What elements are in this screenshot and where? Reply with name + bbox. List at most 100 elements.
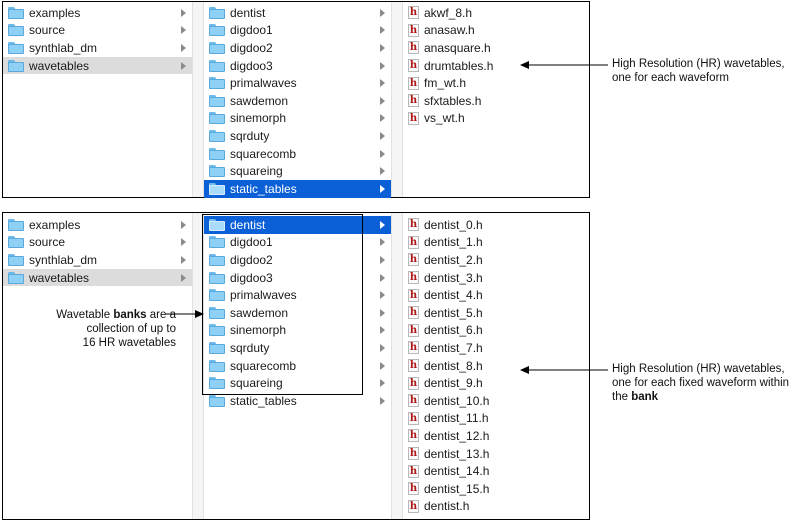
- folder-item-static-tables[interactable]: static_tables: [204, 392, 391, 410]
- column-static-table-files: h akwf_8.h h anasaw.h h anasquare.h h drumta…: [403, 2, 589, 197]
- file-item[interactable]: h dentist_1.h: [403, 234, 589, 252]
- folder-item-digdoo3[interactable]: digdoo3: [204, 269, 391, 287]
- chevron-right-icon[interactable]: [181, 255, 186, 264]
- folder-item-sqrduty[interactable]: sqrduty: [204, 339, 391, 357]
- file-item[interactable]: h dentist_15.h: [403, 480, 589, 498]
- column-wavetable-folders: dentist digdoo1 digdoo2 digdoo3 primalwa…: [204, 2, 391, 198]
- folder-item-digdoo1[interactable]: digdoo1: [204, 234, 391, 252]
- chevron-right-icon[interactable]: [181, 43, 186, 52]
- folder-item-squarecomb[interactable]: squarecomb: [204, 357, 391, 375]
- file-item[interactable]: h anasquare.h: [403, 39, 589, 57]
- folder-icon: [209, 289, 225, 302]
- h-file-icon: h: [408, 288, 419, 302]
- folder-item-source[interactable]: source: [3, 234, 192, 252]
- chevron-right-icon[interactable]: [181, 220, 186, 229]
- file-item[interactable]: h fm_wt.h: [403, 74, 589, 92]
- chevron-right-icon[interactable]: [380, 167, 385, 176]
- column-divider[interactable]: [192, 2, 204, 197]
- chevron-right-icon[interactable]: [380, 220, 385, 229]
- chevron-right-icon[interactable]: [380, 43, 385, 52]
- chevron-right-icon[interactable]: [181, 238, 186, 247]
- folder-item-digdoo2[interactable]: digdoo2: [204, 251, 391, 269]
- folder-item-source[interactable]: source: [3, 22, 192, 40]
- folder-item-primalwaves[interactable]: primalwaves: [204, 286, 391, 304]
- chevron-right-icon[interactable]: [380, 114, 385, 123]
- chevron-right-icon[interactable]: [380, 149, 385, 158]
- file-item[interactable]: h dentist_6.h: [403, 322, 589, 340]
- chevron-right-icon[interactable]: [181, 273, 186, 282]
- folder-item-digdoo1[interactable]: digdoo1: [204, 22, 391, 40]
- annotation-top-hr-wavetables: High Resolution (HR) wavetables, one for…: [612, 58, 785, 84]
- file-item[interactable]: h dentist_11.h: [403, 410, 589, 428]
- file-item[interactable]: h anasaw.h: [403, 22, 589, 40]
- column-divider[interactable]: [192, 213, 204, 519]
- file-item[interactable]: h sfxtables.h: [403, 92, 589, 110]
- chevron-right-icon[interactable]: [380, 238, 385, 247]
- chevron-right-icon[interactable]: [181, 8, 186, 17]
- chevron-right-icon[interactable]: [380, 184, 385, 193]
- chevron-right-icon[interactable]: [380, 255, 385, 264]
- column-folders: examples source synthlab_dm wavetables: [3, 2, 192, 197]
- chevron-right-icon[interactable]: [380, 326, 385, 335]
- h-file-icon: h: [408, 23, 419, 37]
- folder-item-squareing[interactable]: squareing: [204, 162, 391, 180]
- file-item[interactable]: h akwf_8.h: [403, 4, 589, 22]
- file-item[interactable]: h dentist_7.h: [403, 339, 589, 357]
- file-item[interactable]: h dentist.h: [403, 498, 589, 516]
- folder-item-static-tables[interactable]: static_tables: [204, 180, 391, 198]
- folder-item-squareing[interactable]: squareing: [204, 374, 391, 392]
- folder-item-sinemorph[interactable]: sinemorph: [204, 110, 391, 128]
- folder-icon: [209, 165, 225, 178]
- folder-item-synthlab-dm[interactable]: synthlab_dm: [3, 251, 192, 269]
- file-item[interactable]: h dentist_0.h: [403, 216, 589, 234]
- column-folders: examples source synthlab_dm wavetables: [3, 213, 192, 519]
- chevron-right-icon[interactable]: [380, 291, 385, 300]
- chevron-right-icon[interactable]: [380, 8, 385, 17]
- folder-item-sinemorph[interactable]: sinemorph: [204, 322, 391, 340]
- folder-item-sawdemon[interactable]: sawdemon: [204, 92, 391, 110]
- folder-item-sawdemon[interactable]: sawdemon: [204, 304, 391, 322]
- chevron-right-icon[interactable]: [380, 379, 385, 388]
- folder-item-examples[interactable]: examples: [3, 216, 192, 234]
- folder-item-examples[interactable]: examples: [3, 4, 192, 22]
- chevron-right-icon[interactable]: [380, 79, 385, 88]
- folder-item-wavetables[interactable]: wavetables: [3, 56, 192, 75]
- file-item[interactable]: h dentist_2.h: [403, 251, 589, 269]
- folder-item-primalwaves[interactable]: primalwaves: [204, 74, 391, 92]
- folder-item-wavetables[interactable]: wavetables: [3, 268, 192, 287]
- file-item[interactable]: h vs_wt.h: [403, 110, 589, 128]
- h-file-icon: h: [408, 482, 419, 496]
- file-item[interactable]: h dentist_4.h: [403, 286, 589, 304]
- chevron-right-icon[interactable]: [181, 26, 186, 35]
- chevron-right-icon[interactable]: [380, 361, 385, 370]
- file-item[interactable]: h dentist_10.h: [403, 392, 589, 410]
- chevron-right-icon[interactable]: [380, 61, 385, 70]
- chevron-right-icon[interactable]: [380, 308, 385, 317]
- column-divider[interactable]: [391, 2, 403, 197]
- chevron-right-icon[interactable]: [380, 96, 385, 105]
- folder-item-sqrduty[interactable]: sqrduty: [204, 127, 391, 145]
- chevron-right-icon[interactable]: [380, 273, 385, 282]
- folder-icon: [209, 394, 225, 407]
- chevron-right-icon[interactable]: [380, 131, 385, 140]
- chevron-right-icon[interactable]: [380, 343, 385, 352]
- folder-item-squarecomb[interactable]: squarecomb: [204, 145, 391, 163]
- file-item[interactable]: h dentist_3.h: [403, 269, 589, 287]
- h-file-icon: h: [408, 376, 419, 390]
- chevron-right-icon[interactable]: [380, 26, 385, 35]
- folder-item-digdoo2[interactable]: digdoo2: [204, 39, 391, 57]
- file-item[interactable]: h dentist_5.h: [403, 304, 589, 322]
- file-item[interactable]: h dentist_12.h: [403, 427, 589, 445]
- folder-item-synthlab-dm[interactable]: synthlab_dm: [3, 39, 192, 57]
- folder-item-dentist[interactable]: dentist: [204, 216, 391, 234]
- file-item[interactable]: h dentist_9.h: [403, 374, 589, 392]
- folder-icon: [209, 147, 225, 160]
- file-item[interactable]: h dentist_14.h: [403, 462, 589, 480]
- folder-item-dentist[interactable]: dentist: [204, 4, 391, 22]
- chevron-right-icon[interactable]: [380, 396, 385, 405]
- column-divider[interactable]: [391, 213, 403, 519]
- chevron-right-icon[interactable]: [181, 61, 186, 70]
- file-item[interactable]: h dentist_13.h: [403, 445, 589, 463]
- folder-item-digdoo3[interactable]: digdoo3: [204, 57, 391, 75]
- h-file-icon: h: [408, 306, 419, 320]
